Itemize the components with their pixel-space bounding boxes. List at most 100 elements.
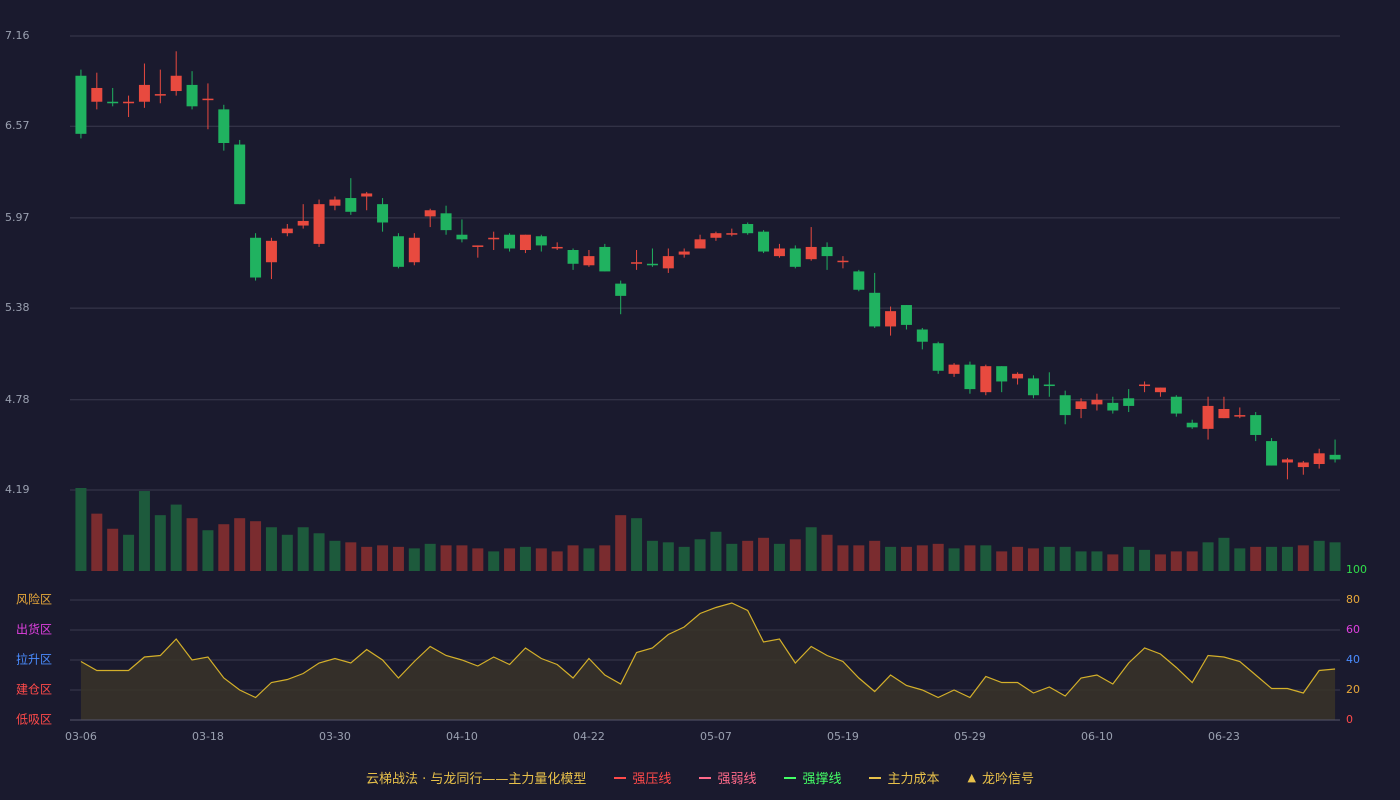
volume-bar (377, 545, 389, 571)
candle-body (123, 101, 135, 104)
volume-bar (742, 540, 754, 571)
volume-bar (710, 531, 722, 571)
date-tick-label: 04-22 (573, 730, 605, 743)
candle-body (1059, 395, 1071, 416)
candle-body (900, 305, 912, 325)
candle-body (1266, 441, 1278, 466)
candle-body (1218, 408, 1230, 419)
candle-body (1107, 402, 1119, 411)
volume-bar (392, 546, 404, 571)
volume-bar (408, 548, 420, 571)
candle-body (1027, 378, 1039, 396)
volume-bar (821, 534, 833, 571)
volume-bar (329, 540, 341, 571)
indicator-tick-label: 80 (1346, 593, 1360, 606)
volume-bar (250, 521, 262, 571)
candle-body (504, 234, 516, 249)
candle-body (329, 199, 341, 206)
volume-bar (1234, 548, 1246, 571)
volume-bar (170, 504, 182, 571)
candle-body (313, 204, 325, 244)
candle-body (218, 109, 230, 144)
candle-body (138, 84, 150, 102)
candle-body (488, 237, 500, 240)
candle-body (250, 237, 262, 278)
zone-label: 建仓区 (16, 683, 52, 697)
volume-bar (345, 542, 357, 571)
candle-body (853, 271, 865, 290)
candle-body (869, 292, 881, 327)
volume-bar (1250, 546, 1262, 571)
volume-bar (91, 513, 103, 571)
volume-bar (265, 527, 277, 571)
legend-item-signal[interactable]: ▲ 龙吟信号 (967, 768, 1033, 787)
volume-bar (678, 546, 690, 571)
zone-label: 拉升区 (16, 652, 52, 667)
candle-body (91, 87, 103, 102)
candle-body (1234, 415, 1246, 417)
volume-bar (202, 530, 214, 571)
candle-body (726, 233, 738, 235)
volume-bar (583, 548, 595, 571)
candle-body (758, 231, 770, 252)
legend-label-signal: 龙吟信号 (981, 772, 1034, 787)
volume-bar (996, 551, 1008, 571)
stock-chart: 7.16 6.57 5.97 5.38 4.78 4.19 风险区 出货区 拉升区 建仓区 低吸区 1… (0, 0, 1400, 800)
volume-bar (186, 518, 198, 571)
volume-bar (519, 546, 531, 571)
volume-bar (1043, 546, 1055, 571)
volume-bar (1012, 546, 1024, 571)
volume-bar (1139, 549, 1151, 571)
candle-body (1043, 384, 1055, 387)
volume-bar (535, 548, 547, 571)
candle-body (710, 233, 722, 238)
legend-item-cost[interactable]: 主力成本 (869, 768, 939, 787)
volume-bar (916, 545, 928, 571)
legend-swatch-support (784, 776, 797, 779)
candle-body (202, 98, 214, 101)
candle-body (678, 251, 690, 255)
candle-body (631, 262, 643, 264)
volume-bar (869, 540, 881, 571)
legend-item-strength[interactable]: 强弱线 (699, 768, 756, 787)
legend-label-support: 强撑线 (802, 772, 842, 787)
candle-body (567, 250, 579, 264)
volume-bar (488, 551, 500, 571)
candle-body (1154, 387, 1166, 393)
volume-bar (964, 545, 976, 571)
candle-body (170, 75, 182, 92)
legend-label-cost: 主力成本 (887, 772, 940, 787)
indicator-area (80, 603, 1336, 720)
volume-bar (567, 545, 579, 571)
candle-body (234, 144, 246, 205)
date-tick-label: 06-10 (1081, 730, 1113, 743)
legend-item-resistance[interactable]: 强压线 (614, 768, 671, 787)
candle-body (1075, 401, 1087, 409)
volume-bar (1123, 546, 1135, 571)
price-tick-label: 7.16 (5, 29, 30, 42)
candle-body (1091, 399, 1103, 405)
candle-body (1281, 459, 1293, 463)
zone-label: 风险区 (16, 592, 52, 607)
candle-body (916, 329, 928, 342)
indicator-tick-label: 20 (1346, 683, 1360, 696)
candle-body (964, 364, 976, 390)
price-tick-label: 5.97 (5, 211, 30, 224)
volume-bar (361, 546, 373, 571)
legend-title: 云梯战法 · 与龙同行——主力量化模型 (366, 772, 587, 787)
candle-body (694, 239, 706, 249)
volume-bar (662, 542, 674, 571)
legend-item-support[interactable]: 强撑线 (784, 768, 841, 787)
volume-bar (1154, 554, 1166, 571)
legend-swatch-resistance (614, 776, 627, 779)
zone-label: 低吸区 (16, 713, 52, 727)
volume-bar (440, 545, 452, 571)
volume-bar (1218, 537, 1230, 571)
candle-body (885, 311, 897, 327)
candle-body (1170, 396, 1182, 414)
volume-bar (726, 543, 738, 571)
volume-bar (1027, 548, 1039, 571)
candle-body (742, 224, 754, 234)
candle-body (107, 101, 119, 104)
volume-bar (313, 533, 325, 571)
